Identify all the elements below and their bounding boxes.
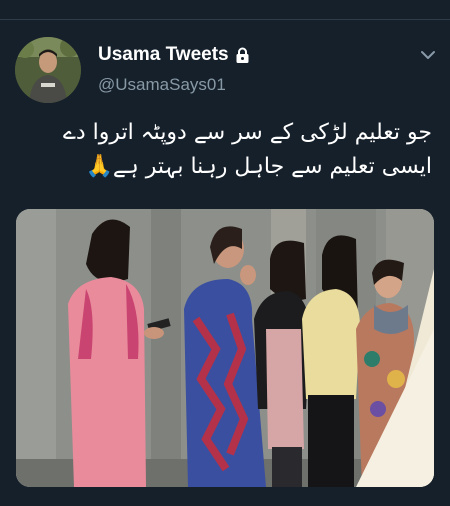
photo-of-students [16, 209, 434, 487]
handle[interactable]: @UsamaSays01 [98, 75, 226, 95]
avatar-image [15, 37, 81, 103]
chevron-down-icon[interactable] [418, 48, 438, 62]
tweet-text-line-1: جو تعلیم لڑکی کے سر سے دوپٹہ اتروا دے [63, 120, 432, 145]
display-name-row[interactable]: Usama Tweets [98, 44, 250, 66]
lock-icon [236, 47, 249, 63]
tweet-text: جو تعلیم لڑکی کے سر سے دوپٹہ اتروا دے ای… [20, 116, 432, 184]
tweet-text-line-2: ایسی تعلیم سے جاہل رہنا بہتر ہے🙏 [85, 154, 432, 179]
tweet-photo[interactable] [16, 209, 434, 487]
display-name[interactable]: Usama Tweets [98, 44, 229, 66]
tweet-card[interactable]: Usama Tweets @UsamaSays01 جو تعلیم لڑکی … [0, 20, 450, 506]
avatar[interactable] [15, 37, 81, 103]
